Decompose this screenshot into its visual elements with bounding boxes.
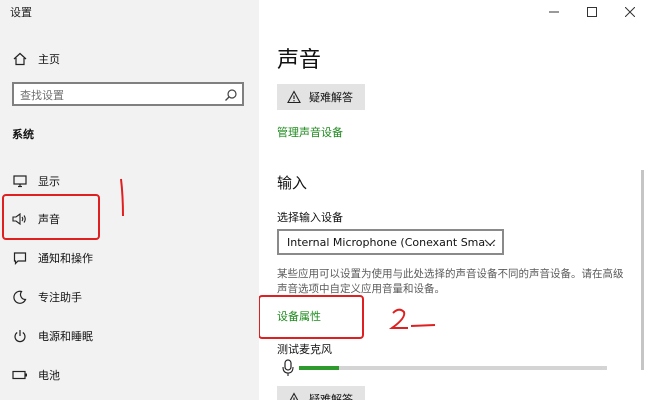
manage-sound-devices-link[interactable]: 管理声音设备 xyxy=(277,124,343,140)
monitor-icon xyxy=(12,173,28,189)
warning-icon xyxy=(287,90,301,104)
warning-icon xyxy=(287,392,301,400)
sidebar-item-label: 通知和操作 xyxy=(38,252,93,265)
search-box[interactable] xyxy=(12,82,244,106)
troubleshoot-label: 疑难解答 xyxy=(309,393,353,400)
main-panel: 声音 疑难解答 管理声音设备 输入 选择输入设备 Internal Microp… xyxy=(259,0,647,400)
microphone-icon xyxy=(281,359,295,377)
input-device-dropdown[interactable]: Internal Microphone (Conexant Sma... xyxy=(277,229,504,255)
close-button[interactable] xyxy=(615,0,645,24)
moon-icon xyxy=(12,289,28,305)
search-input[interactable] xyxy=(18,86,222,104)
sidebar-item-focus-assist[interactable]: 专注助手 xyxy=(0,282,259,312)
minimize-button[interactable] xyxy=(539,0,569,24)
notification-icon xyxy=(12,250,28,266)
sidebar-item-notifications[interactable]: 通知和操作 xyxy=(0,243,259,273)
sidebar: 设置 主页 系统 显示 声音 通知和操作 专注助手 xyxy=(0,0,259,400)
sidebar-item-home[interactable]: 主页 xyxy=(0,44,259,74)
input-section-title: 输入 xyxy=(277,174,308,192)
microphone-level-bar xyxy=(299,366,607,370)
sidebar-item-label: 显示 xyxy=(38,175,60,188)
troubleshoot-button[interactable]: 疑难解答 xyxy=(277,84,365,110)
sidebar-item-label: 电池 xyxy=(38,369,60,382)
window-title: 设置 xyxy=(10,6,32,19)
troubleshoot-label: 疑难解答 xyxy=(309,91,353,104)
microphone-level-fill xyxy=(299,366,340,370)
annotation-box-device-properties xyxy=(259,295,436,339)
input-device-value: Internal Microphone (Conexant Sma... xyxy=(287,235,496,249)
section-header-system: 系统 xyxy=(12,128,34,141)
page-title: 声音 xyxy=(277,48,322,73)
chevron-down-icon xyxy=(484,237,496,247)
search-icon[interactable] xyxy=(224,87,238,101)
test-microphone-label: 测试麦克风 xyxy=(277,343,332,356)
sidebar-item-label: 电源和睡眠 xyxy=(38,330,93,343)
sidebar-item-label: 主页 xyxy=(38,53,60,66)
troubleshoot-button-2[interactable]: 疑难解答 xyxy=(277,386,365,400)
sidebar-item-battery[interactable]: 电池 xyxy=(0,360,259,390)
power-icon xyxy=(12,328,28,344)
annotation-box-sound xyxy=(2,194,100,240)
choose-input-device-label: 选择输入设备 xyxy=(277,211,343,224)
sidebar-item-power-sleep[interactable]: 电源和睡眠 xyxy=(0,321,259,351)
sidebar-item-label: 专注助手 xyxy=(38,291,82,304)
battery-icon xyxy=(12,367,28,383)
home-icon xyxy=(12,51,28,67)
annotation-mark-1 xyxy=(120,178,124,217)
maximize-button[interactable] xyxy=(577,0,607,24)
scrollbar[interactable] xyxy=(641,170,644,370)
